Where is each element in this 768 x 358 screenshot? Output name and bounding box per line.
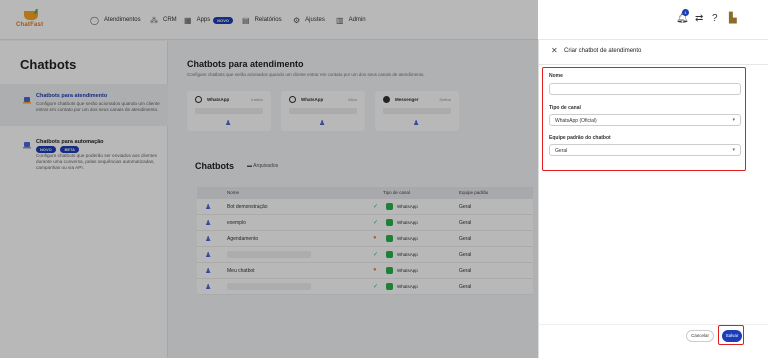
cancel-button[interactable]: Cancelar [686, 330, 714, 342]
notifications-button[interactable]: 🔔︎ 1 [676, 9, 689, 27]
channel-label: Tipo de canal [549, 105, 581, 111]
create-chatbot-drawer: ✕ Criar chatbot de atendimento Nome Tipo… [538, 40, 768, 358]
team-select[interactable]: Geral ▾ [549, 144, 741, 156]
form-highlight: Nome Tipo de canal WhatsApp (Oficial) ▾ … [542, 67, 746, 171]
drawer-title: Criar chatbot de atendimento [564, 48, 642, 54]
team-label: Equipe padrão do chatbot [549, 135, 611, 141]
transfer-icon[interactable]: ⇄ [695, 13, 703, 27]
chevron-down-icon: ▾ [732, 117, 735, 123]
help-icon[interactable]: ? [712, 13, 718, 27]
notification-count: 1 [682, 9, 689, 16]
name-field[interactable] [549, 83, 741, 95]
account-avatar[interactable]: ▙ [729, 13, 737, 27]
close-icon[interactable]: ✕ [551, 46, 558, 55]
chevron-down-icon: ▾ [732, 147, 735, 153]
name-label: Nome [549, 73, 563, 79]
modal-overlay[interactable] [0, 0, 538, 358]
channel-select[interactable]: WhatsApp (Oficial) ▾ [549, 114, 741, 126]
save-highlight [718, 325, 744, 345]
